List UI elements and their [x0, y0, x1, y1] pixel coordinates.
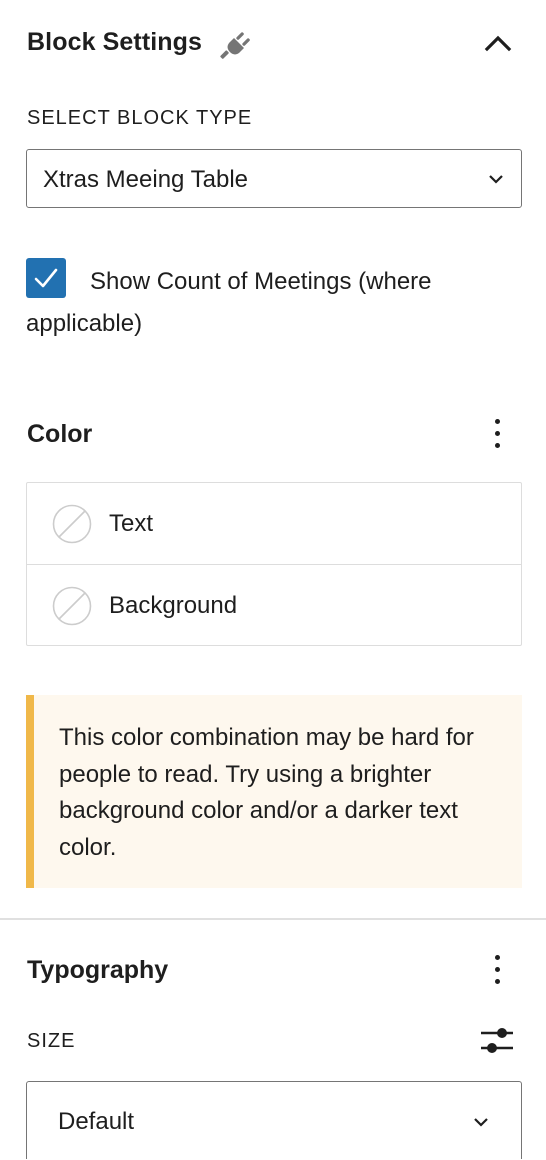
- color-item-label: Background: [109, 592, 238, 619]
- more-vertical-icon[interactable]: [484, 414, 512, 454]
- color-item-label: Text: [109, 510, 154, 537]
- contrast-warning-text: This color combination may be hard for p…: [59, 724, 474, 861]
- sliders-icon[interactable]: [478, 1024, 516, 1058]
- more-vertical-icon[interactable]: [484, 950, 512, 990]
- chevron-down-icon: [489, 175, 503, 184]
- color-list: Text Background: [26, 482, 522, 646]
- panel-header[interactable]: Block Settings: [0, 0, 546, 90]
- section-divider: [0, 918, 546, 920]
- contrast-warning-notice: This color combination may be hard for p…: [26, 695, 522, 888]
- no-color-swatch-icon: [52, 586, 92, 626]
- block-type-select[interactable]: Xtras Meeing Table: [26, 149, 522, 208]
- no-color-swatch-icon: [52, 504, 92, 544]
- block-settings-panel: Block Settings SELECT BLOCK TYPE Xtras M…: [0, 0, 546, 1160]
- typography-group-title: Typography: [27, 956, 169, 984]
- font-size-select[interactable]: Default: [26, 1081, 522, 1159]
- color-item-background[interactable]: Background: [27, 564, 521, 645]
- show-count-label[interactable]: Show Count of Meetings (where applicable…: [26, 261, 506, 345]
- plug-icon: [220, 32, 250, 59]
- font-size-value: Default: [58, 1108, 135, 1135]
- block-type-label: SELECT BLOCK TYPE: [27, 107, 253, 129]
- font-size-label: SIZE: [27, 1030, 76, 1052]
- color-item-text[interactable]: Text: [27, 483, 521, 564]
- panel-title: Block Settings: [27, 28, 203, 56]
- chevron-up-icon[interactable]: [478, 26, 518, 62]
- chevron-down-icon: [474, 1118, 488, 1127]
- color-group-title: Color: [27, 420, 93, 448]
- block-type-value: Xtras Meeing Table: [43, 166, 249, 193]
